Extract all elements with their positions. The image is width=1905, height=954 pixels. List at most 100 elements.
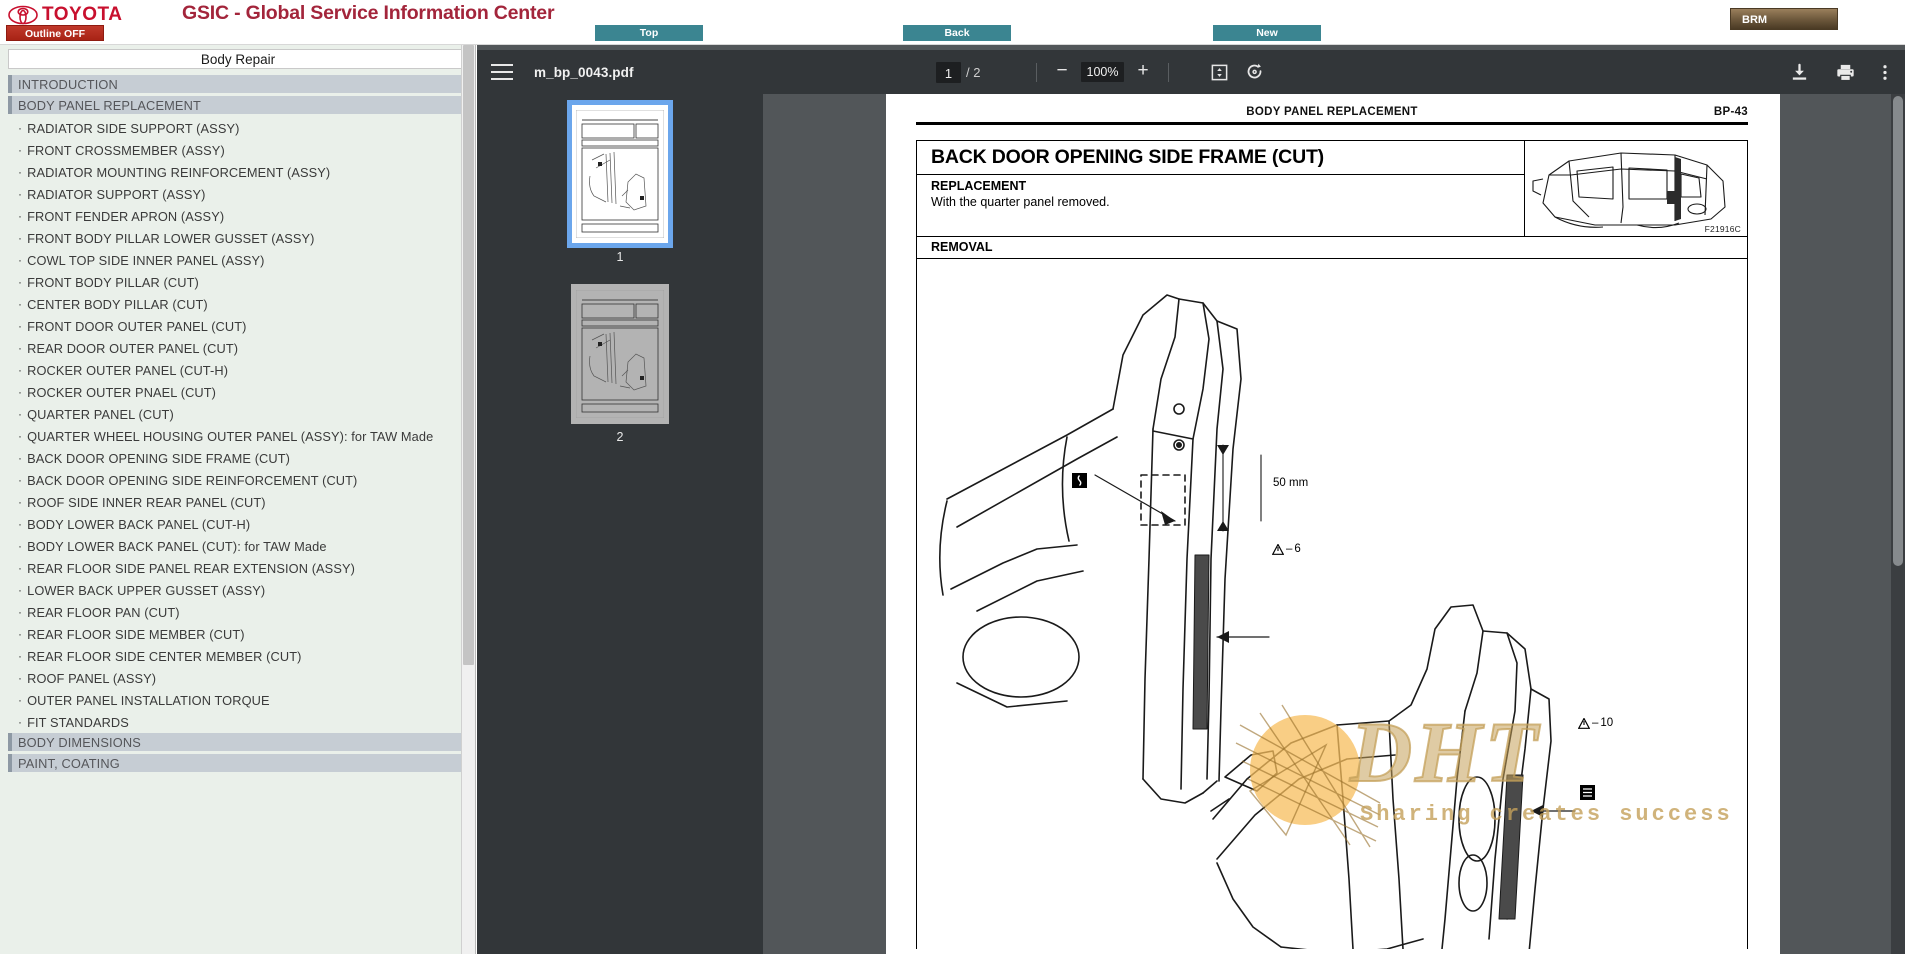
toolbar-divider	[1036, 62, 1037, 82]
bullet-icon: ·	[18, 583, 23, 597]
sidebar-scrollbar-thumb[interactable]	[463, 45, 474, 665]
bullet-icon: ·	[18, 253, 23, 267]
tree-item[interactable]: · FIT STANDARDS	[0, 711, 475, 733]
tree-item-label: OUTER PANEL INSTALLATION TORQUE	[27, 692, 270, 708]
bullet-icon: ·	[18, 143, 23, 157]
tree-item[interactable]: · QUARTER PANEL (CUT)	[0, 403, 475, 425]
tree-item[interactable]: · REAR FLOOR SIDE PANEL REAR EXTENSION (A…	[0, 557, 475, 579]
bullet-icon: ·	[18, 231, 23, 245]
bullet-icon: ·	[18, 693, 23, 707]
pdf-page-1[interactable]: BODY PANEL REPLACEMENT BP-43 BACK DOOR O…	[886, 94, 1780, 954]
pdf-toolbar: m_bp_0043.pdf 1 / 2 − 100% +	[477, 50, 1905, 94]
tree-item[interactable]: · RADIATOR SUPPORT (ASSY)	[0, 183, 475, 205]
tree-group-paint-coating[interactable]: PAINT, COATING	[8, 754, 468, 772]
sidebar-scrollbar[interactable]	[461, 45, 475, 954]
fit-page-icon[interactable]	[1210, 63, 1229, 82]
print-icon[interactable]	[1835, 63, 1856, 82]
pdf-scrollbar-thumb[interactable]	[1893, 96, 1903, 566]
tree-item[interactable]: · FRONT DOOR OUTER PANEL (CUT)	[0, 315, 475, 337]
zoom-level-display[interactable]: 100%	[1081, 62, 1124, 82]
tree-group-body-dimensions[interactable]: BODY DIMENSIONS	[8, 733, 468, 751]
replacement-note: With the quarter panel removed.	[931, 195, 1110, 209]
document-running-header: BODY PANEL REPLACEMENT BP-43	[916, 106, 1748, 125]
tree-item[interactable]: · BACK DOOR OPENING SIDE FRAME (CUT)	[0, 447, 475, 469]
tree-item[interactable]: · FRONT BODY PILLAR LOWER GUSSET (ASSY)	[0, 227, 475, 249]
tree-item-label: REAR FLOOR PAN (CUT)	[27, 604, 180, 620]
download-icon[interactable]	[1790, 63, 1809, 82]
tree-item[interactable]: · COWL TOP SIDE INNER PANEL (ASSY)	[0, 249, 475, 271]
tree-item-label: RADIATOR SUPPORT (ASSY)	[27, 186, 206, 202]
tree-item[interactable]: · QUARTER WHEEL HOUSING OUTER PANEL (ASSY…	[0, 425, 475, 447]
tree-item-label: QUARTER PANEL (CUT)	[27, 406, 174, 422]
tree-item[interactable]: · REAR FLOOR SIDE CENTER MEMBER (CUT)	[0, 645, 475, 667]
tree-group-body-panel-replacement[interactable]: BODY PANEL REPLACEMENT	[8, 96, 468, 114]
callout-10: –10	[1578, 717, 1613, 729]
bullet-icon: ·	[18, 495, 23, 509]
bullet-icon: ·	[18, 517, 23, 531]
tree-item-label: COWL TOP SIDE INNER PANEL (ASSY)	[27, 252, 265, 268]
sidebar-title: Body Repair	[8, 49, 468, 69]
bullet-icon: ·	[18, 121, 23, 135]
tree-group-introduction[interactable]: INTRODUCTION	[8, 75, 468, 93]
tree-item[interactable]: · LOWER BACK UPPER GUSSET (ASSY)	[0, 579, 475, 601]
zoom-in-button[interactable]: +	[1132, 61, 1154, 83]
tree-item[interactable]: · REAR FLOOR PAN (CUT)	[0, 601, 475, 623]
new-button[interactable]: New	[1213, 25, 1321, 41]
bullet-icon: ·	[18, 539, 23, 553]
removal-section-box: REMOVAL	[916, 237, 1748, 259]
tree-item[interactable]: · ROOF SIDE INNER REAR PANEL (CUT)	[0, 491, 475, 513]
bullet-icon: ·	[18, 649, 23, 663]
tree-item[interactable]: · ROOF PANEL (ASSY)	[0, 667, 475, 689]
tree-item[interactable]: · FRONT FENDER APRON (ASSY)	[0, 205, 475, 227]
callout-6: –6	[1272, 543, 1301, 555]
figure-reference: F21916C	[1704, 224, 1741, 234]
sidebar-toggle-icon[interactable]	[491, 64, 513, 80]
removal-line-drawing	[939, 294, 1576, 949]
vehicle-body-illustration: F21916C	[1525, 141, 1747, 236]
tree-item[interactable]: · FRONT CROSSMEMBER (ASSY)	[0, 139, 475, 161]
pdf-scrollbar[interactable]	[1891, 94, 1905, 954]
rotate-icon[interactable]	[1245, 62, 1265, 82]
tree-item[interactable]: · RADIATOR MOUNTING REINFORCEMENT (ASSY)	[0, 161, 475, 183]
tree-item[interactable]: · BODY LOWER BACK PANEL (CUT-H)	[0, 513, 475, 535]
outline-toggle-button[interactable]: Outline OFF	[6, 25, 104, 41]
bullet-icon: ·	[18, 627, 23, 641]
thumbnail-preview	[576, 110, 664, 238]
tree-item[interactable]: · OUTER PANEL INSTALLATION TORQUE	[0, 689, 475, 711]
tree-item-label: ROOF SIDE INNER REAR PANEL (CUT)	[27, 494, 266, 510]
tree-item[interactable]: · ROCKER OUTER PANEL (CUT-H)	[0, 359, 475, 381]
tree-group-label: INTRODUCTION	[18, 76, 118, 92]
account-brm-button[interactable]: BRM	[1730, 8, 1838, 30]
toyota-emblem-icon	[8, 5, 38, 25]
tree-item[interactable]: · REAR DOOR OUTER PANEL (CUT)	[0, 337, 475, 359]
bullet-icon: ·	[18, 451, 23, 465]
bullet-icon: ·	[18, 473, 23, 487]
tree-item[interactable]: · ROCKER OUTER PNAEL (CUT)	[0, 381, 475, 403]
manual-section-tree: INTRODUCTION BODY PANEL REPLACEMENT · RADIA…	[0, 75, 475, 775]
back-button[interactable]: Back	[903, 25, 1011, 41]
thumbnail-page-1[interactable]	[567, 100, 673, 248]
bullet-icon: ·	[18, 407, 23, 421]
toolbar-divider	[1168, 62, 1169, 82]
tree-item-label: REAR DOOR OUTER PANEL (CUT)	[27, 340, 239, 356]
more-options-icon[interactable]	[1882, 63, 1888, 82]
bullet-icon: ·	[18, 319, 23, 333]
pdf-filename-label: m_bp_0043.pdf	[534, 64, 634, 80]
body-shell-diagram	[1532, 152, 1726, 229]
tree-item[interactable]: · RADIATOR SIDE SUPPORT (ASSY)	[0, 117, 475, 139]
tree-item-label: FRONT BODY PILLAR (CUT)	[27, 274, 199, 290]
tree-item[interactable]: · REAR FLOOR SIDE MEMBER (CUT)	[0, 623, 475, 645]
tree-item[interactable]: · BODY LOWER BACK PANEL (CUT): for TAW Ma…	[0, 535, 475, 557]
thumbnail-page-2[interactable]	[571, 284, 669, 424]
tree-item[interactable]: · FRONT BODY PILLAR (CUT)	[0, 271, 475, 293]
toyota-logo: TOYOTA	[8, 4, 122, 26]
view-controls	[1210, 50, 1265, 94]
bullet-icon: ·	[18, 605, 23, 619]
thumbnail-preview	[576, 290, 664, 418]
tree-item[interactable]: · CENTER BODY PILLAR (CUT)	[0, 293, 475, 315]
tree-item[interactable]: · BACK DOOR OPENING SIDE REINFORCEMENT (C…	[0, 469, 475, 491]
top-button[interactable]: Top	[595, 25, 703, 41]
zoom-out-button[interactable]: −	[1051, 61, 1073, 83]
tree-item-label: FIT STANDARDS	[27, 714, 129, 730]
page-number-input[interactable]: 1	[936, 61, 961, 83]
